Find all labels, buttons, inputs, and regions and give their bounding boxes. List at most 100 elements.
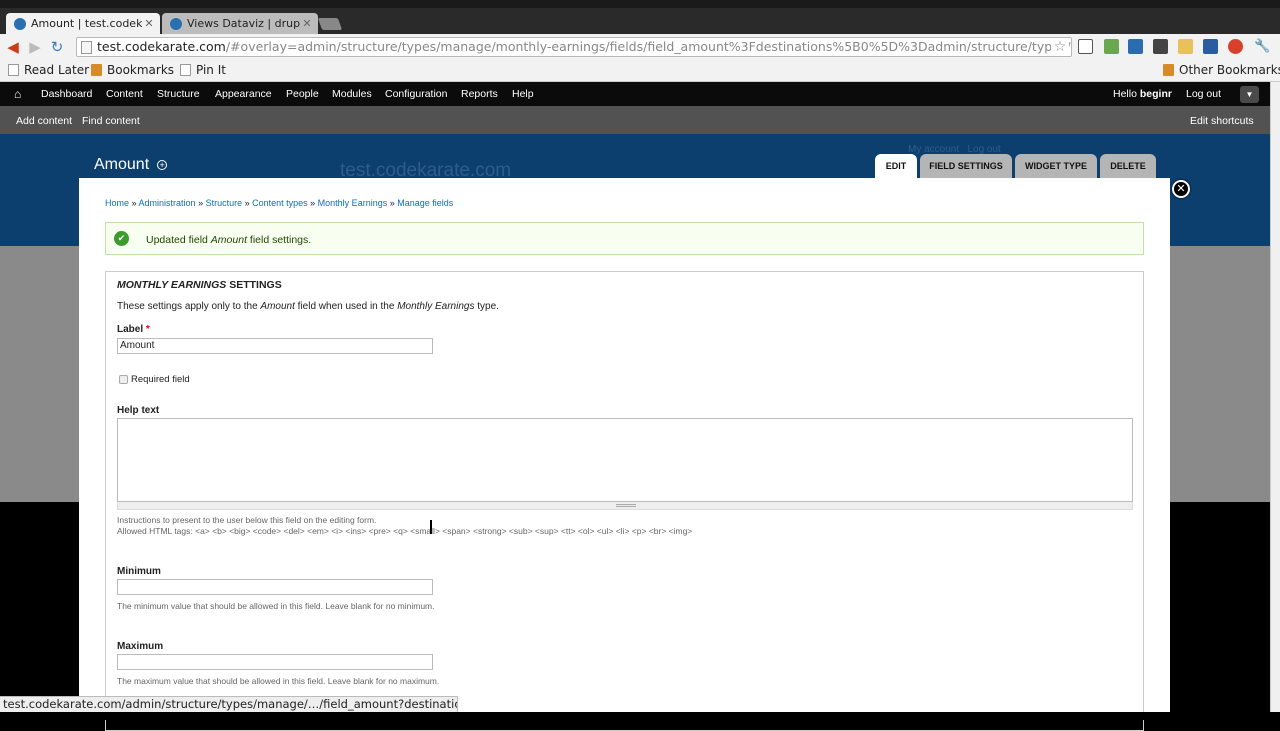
hello-label: Hello xyxy=(1113,88,1137,100)
shortcuts-bar: Add content Find content Edit shortcuts xyxy=(0,106,1280,134)
readability-extension-icon[interactable] xyxy=(1078,39,1093,54)
logout-link[interactable]: Log out xyxy=(1186,88,1221,100)
minimum-description: The minimum value that should be allowed… xyxy=(117,601,435,611)
bookmark-star-icon[interactable]: ☆ xyxy=(1051,38,1069,56)
breadcrumb-administration[interactable]: Administration xyxy=(139,198,196,208)
hello-text: Hello beginr xyxy=(1113,88,1172,100)
bookmark-read-later[interactable]: Read Later xyxy=(8,63,89,77)
screen-capture-extension-icon[interactable] xyxy=(1128,39,1143,54)
menu-help[interactable]: Help xyxy=(512,88,534,100)
menu-dashboard[interactable]: Dashboard xyxy=(41,88,92,100)
minimum-input[interactable] xyxy=(117,579,433,595)
bookmark-folder-bookmarks[interactable]: Bookmarks xyxy=(91,63,174,77)
folder-icon xyxy=(1163,64,1174,76)
tab-field-settings[interactable]: FIELD SETTINGS xyxy=(920,154,1012,178)
help-text-description: Instructions to present to the user belo… xyxy=(117,515,377,525)
breadcrumb: Home » Administration » Structure » Cont… xyxy=(105,198,454,208)
bookmark-other-bookmarks[interactable]: Other Bookmarks xyxy=(1163,63,1280,77)
bookmark-label: Read Later xyxy=(24,63,90,77)
tab-edit[interactable]: EDIT xyxy=(875,154,917,178)
breadcrumb-content-types[interactable]: Content types xyxy=(252,198,308,208)
maximum-label: Maximum xyxy=(117,641,164,652)
label-field-label: Label * xyxy=(117,324,150,335)
help-text-label: Help text xyxy=(117,405,160,416)
intro-mid: field when used in the xyxy=(294,301,398,312)
bookmarks-bar: Read Later Bookmarks Pin It Other Bookma… xyxy=(0,60,1280,82)
minimum-label: Minimum xyxy=(117,566,161,577)
bookmark-label: Pin It xyxy=(196,63,226,77)
page-icon xyxy=(180,64,191,76)
required-checkbox[interactable] xyxy=(119,375,128,384)
help-text-textarea[interactable] xyxy=(117,418,1133,502)
mail-extension-icon[interactable] xyxy=(1178,39,1193,54)
menu-content[interactable]: Content xyxy=(106,88,143,100)
new-tab-button[interactable] xyxy=(317,18,343,30)
back-arrow-icon[interactable]: ◀ xyxy=(2,38,24,56)
required-checkbox-label: Required field xyxy=(131,374,190,385)
url-path: /#overlay=admin/structure/types/manage/m… xyxy=(225,39,1071,54)
menu-modules[interactable]: Modules xyxy=(332,88,372,100)
window-frame xyxy=(0,0,1280,8)
home-icon[interactable]: ⌂ xyxy=(14,87,21,101)
tab-widget-type[interactable]: WIDGET TYPE xyxy=(1015,154,1097,178)
address-bar[interactable]: test.codekarate.com/#overlay=admin/struc… xyxy=(76,37,1072,57)
pinterest-extension-icon[interactable] xyxy=(1228,39,1243,54)
close-tab-icon[interactable]: ✕ xyxy=(142,17,156,30)
drupal-favicon-icon xyxy=(14,17,26,30)
breadcrumb-monthly-earnings[interactable]: Monthly Earnings xyxy=(318,198,388,208)
menu-people[interactable]: People xyxy=(286,88,319,100)
folder-icon xyxy=(91,64,102,76)
close-overlay-icon[interactable]: ✕ xyxy=(1172,180,1190,198)
overlay-panel: Home » Administration » Structure » Cont… xyxy=(79,178,1170,731)
menu-reports[interactable]: Reports xyxy=(461,88,498,100)
tab-strip: Amount | test.codekarate ✕ Views Dataviz… xyxy=(0,8,1280,34)
wrench-menu-icon[interactable]: 🔧 xyxy=(1254,39,1270,54)
menu-configuration[interactable]: Configuration xyxy=(385,88,447,100)
text-cursor-icon xyxy=(430,520,437,534)
tab-amount[interactable]: Amount | test.codekarate ✕ xyxy=(6,13,160,34)
fieldset-legend: MONTHLY EARNINGS SETTINGS xyxy=(117,279,282,291)
forward-arrow-icon[interactable]: ▶ xyxy=(24,38,46,56)
clipboard-extension-icon[interactable] xyxy=(1153,39,1168,54)
intro-field: Amount xyxy=(260,301,295,312)
intro-type: Monthly Earnings xyxy=(397,301,475,312)
username[interactable]: beginr xyxy=(1140,88,1172,100)
tab-title: Amount | test.codekarate xyxy=(31,17,142,30)
network-extension-icon[interactable] xyxy=(1104,39,1119,54)
overlay-title: Amount + xyxy=(94,156,168,174)
trello-extension-icon[interactable] xyxy=(1203,39,1218,54)
add-shortcut-icon[interactable]: + xyxy=(157,160,168,170)
legend-rest: SETTINGS xyxy=(226,279,282,291)
tab-title: Views Dataviz | drupal.org xyxy=(187,17,300,30)
bookmark-pin-it[interactable]: Pin It xyxy=(180,63,226,77)
intro-suffix: type. xyxy=(474,301,499,312)
close-tab-icon[interactable]: ✕ xyxy=(300,17,314,30)
tab-delete[interactable]: DELETE xyxy=(1100,154,1156,178)
status-message: ✔ Updated field Amount field settings. xyxy=(105,222,1144,255)
shortcut-find-content[interactable]: Find content xyxy=(82,115,140,127)
label-text: Label xyxy=(117,324,144,335)
maximum-description: The maximum value that should be allowed… xyxy=(117,676,440,686)
drupal-favicon-icon xyxy=(170,17,182,30)
checkmark-icon: ✔ xyxy=(114,231,129,246)
reload-icon[interactable]: ↻ xyxy=(46,38,68,56)
page-scrollbar[interactable] xyxy=(1270,82,1280,712)
breadcrumb-structure[interactable]: Structure xyxy=(206,198,243,208)
msg-prefix: Updated field xyxy=(146,234,211,246)
msg-field: Amount xyxy=(210,234,247,246)
settings-intro: These settings apply only to the Amount … xyxy=(117,301,499,312)
msg-suffix: field settings. xyxy=(246,234,312,246)
edit-shortcuts-link[interactable]: Edit shortcuts xyxy=(1190,115,1254,127)
tab-views-dataviz[interactable]: Views Dataviz | drupal.org ✕ xyxy=(162,13,318,34)
intro-prefix: These settings apply only to the xyxy=(117,301,261,312)
shortcut-add-content[interactable]: Add content xyxy=(16,115,72,127)
menu-structure[interactable]: Structure xyxy=(157,88,200,100)
menu-appearance[interactable]: Appearance xyxy=(215,88,272,100)
breadcrumb-manage-fields[interactable]: Manage fields xyxy=(397,198,453,208)
window-bottom xyxy=(0,712,1280,720)
breadcrumb-home[interactable]: Home xyxy=(105,198,129,208)
textarea-resize-grip[interactable] xyxy=(117,502,1133,510)
label-input[interactable]: Amount xyxy=(117,338,433,354)
maximum-input[interactable] xyxy=(117,654,433,670)
shortcuts-toggle-icon[interactable]: ▼ xyxy=(1240,86,1259,103)
